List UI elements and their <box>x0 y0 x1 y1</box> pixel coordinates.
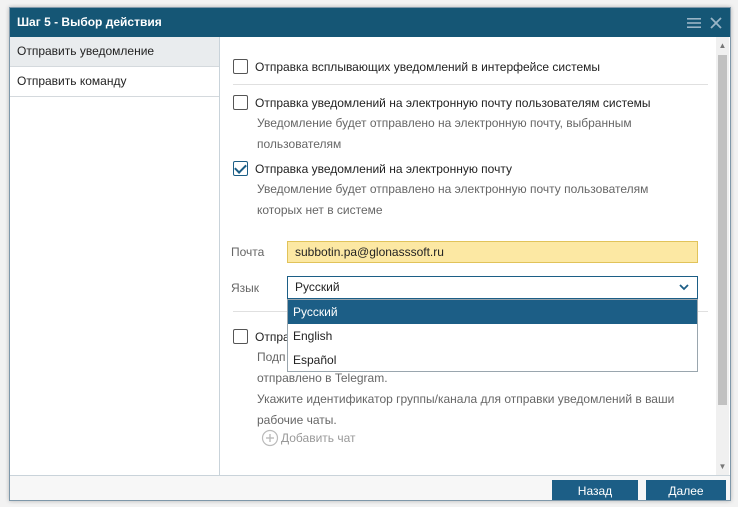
telegram-desc-line3: Укажите идентификатор группы/канала для … <box>257 392 675 406</box>
external-email-checkbox[interactable] <box>233 161 248 176</box>
back-button[interactable]: Назад <box>552 480 638 500</box>
language-select[interactable]: Русский <box>287 276 698 299</box>
close-icon[interactable] <box>708 15 724 31</box>
external-email-option-label: Отправка уведомлений на электронную почт… <box>255 161 512 176</box>
sidebar: Отправить уведомление Отправить команду <box>10 37 220 475</box>
telegram-desc-line4: рабочие чаты. <box>257 413 337 427</box>
user-email-option-label: Отправка уведомлений на электронную почт… <box>255 95 651 110</box>
plus-circle-icon <box>261 429 279 447</box>
popup-option-row: Отправка всплывающих уведомлений в интер… <box>233 59 600 74</box>
telegram-option-row: Отпра <box>233 329 290 344</box>
sidebar-item-send-command[interactable]: Отправить команду <box>10 67 219 97</box>
sidebar-item-send-notification[interactable]: Отправить уведомление <box>10 37 219 67</box>
telegram-option-label: Отпра <box>255 329 290 344</box>
scroll-down-icon[interactable]: ▼ <box>716 460 729 473</box>
content-scrollbar[interactable]: ▲ ▼ <box>716 37 729 475</box>
chevron-down-icon <box>677 280 691 294</box>
user-email-description: Уведомление будет отправлено на электрон… <box>257 113 677 155</box>
user-email-checkbox[interactable] <box>233 95 248 110</box>
dialog-title: Шаг 5 - Выбор действия <box>17 15 162 29</box>
main-content: Отправка всплывающих уведомлений в интер… <box>220 37 716 475</box>
email-field[interactable]: subbotin.pa@glonasssoft.ru <box>287 241 698 263</box>
user-email-option-row: Отправка уведомлений на электронную почт… <box>233 95 651 110</box>
user-email-desc-line2: пользователям <box>257 137 342 151</box>
external-email-desc-line1: Уведомление будет отправлено на электрон… <box>257 182 649 196</box>
language-option-russian[interactable]: Русский <box>288 300 697 324</box>
popup-checkbox[interactable] <box>233 59 248 74</box>
external-email-desc-line2: которых нет в системе <box>257 203 383 217</box>
title-bar: Шаг 5 - Выбор действия <box>10 8 730 37</box>
scroll-up-icon[interactable]: ▲ <box>716 39 729 52</box>
add-chat-label: Добавить чат <box>281 431 356 445</box>
separator <box>233 84 708 85</box>
telegram-checkbox[interactable] <box>233 329 248 344</box>
scrollbar-thumb[interactable] <box>718 55 727 405</box>
language-dropdown: Русский English Español <box>287 299 698 372</box>
external-email-description: Уведомление будет отправлено на электрон… <box>257 179 677 221</box>
language-select-value: Русский <box>295 280 340 294</box>
next-button[interactable]: Далее <box>646 480 726 500</box>
popup-option-label: Отправка всплывающих уведомлений в интер… <box>255 59 600 74</box>
dialog-window: Шаг 5 - Выбор действия Отправить уведомл… <box>9 7 731 501</box>
title-bar-icons <box>686 12 724 34</box>
language-option-english[interactable]: English <box>288 324 697 348</box>
add-chat-button[interactable]: Добавить чат <box>261 429 356 447</box>
language-option-spanish[interactable]: Español <box>288 348 697 372</box>
email-field-label: Почта <box>231 245 265 259</box>
menu-icon[interactable] <box>686 15 702 31</box>
language-field-label: Язык <box>231 281 260 295</box>
user-email-desc-line1: Уведомление будет отправлено на электрон… <box>257 116 632 130</box>
dialog-footer: Назад Далее <box>10 475 730 500</box>
external-email-option-row: Отправка уведомлений на электронную почт… <box>233 161 512 176</box>
